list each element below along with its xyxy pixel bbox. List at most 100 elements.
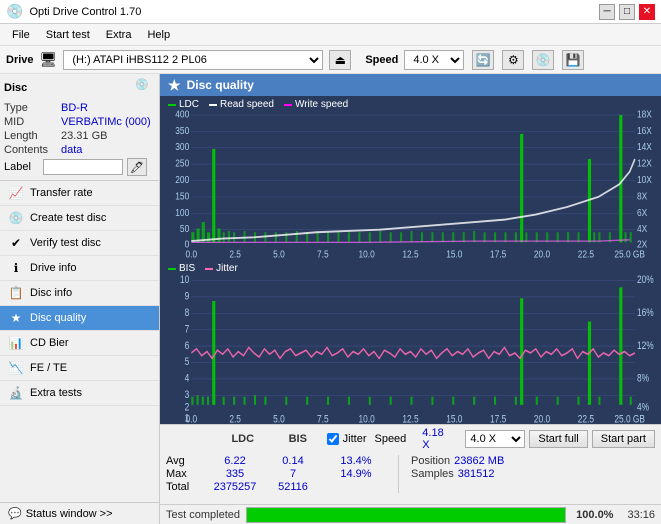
title-bar-controls: ─ □ ✕: [599, 4, 655, 20]
menu-start-test[interactable]: Start test: [38, 27, 98, 43]
svg-text:0.0: 0.0: [186, 414, 198, 424]
chart1-wrapper: LDC Read speed Write speed: [160, 96, 661, 260]
start-full-button[interactable]: Start full: [529, 430, 587, 448]
disc-quality-icon: ★: [8, 310, 24, 326]
disc-title: Disc: [4, 82, 27, 94]
disc-section: Disc 💿 Type BD-R MID VERBATIMc (000) Len…: [0, 74, 159, 181]
disc-length-row: Length 23.31 GB: [4, 130, 155, 142]
settings-button[interactable]: ⚙: [502, 50, 524, 70]
disc-contents-label: Contents: [4, 144, 59, 156]
stats-total-ldc: 2375257: [210, 481, 260, 493]
close-button[interactable]: ✕: [639, 4, 655, 20]
legend-write-speed-dot: [284, 104, 292, 106]
legend-bis-dot: [168, 268, 176, 270]
svg-text:10.0: 10.0: [359, 249, 375, 260]
status-window-button[interactable]: 💬 Status window >>: [0, 502, 159, 524]
sidebar-item-verify-test-disc[interactable]: ✔ Verify test disc: [0, 231, 159, 256]
svg-text:25.0 GB: 25.0 GB: [614, 249, 645, 260]
svg-text:6: 6: [185, 340, 190, 352]
disc-length-value: 23.31 GB: [61, 130, 107, 142]
eject-button[interactable]: ⏏: [329, 50, 351, 70]
svg-text:350: 350: [175, 125, 189, 136]
status-window-icon: 💬: [8, 507, 22, 520]
disc-label-button[interactable]: 🖊: [127, 158, 147, 176]
sidebar-item-create-test-disc[interactable]: 💿 Create test disc: [0, 206, 159, 231]
disc-quality-header-icon: ★: [168, 77, 181, 94]
stats-values-section: Avg Max Total 6.22 335 2375257 0.14 7 52…: [166, 455, 655, 493]
save-button[interactable]: 💾: [562, 50, 584, 70]
legend-read-speed-dot: [209, 104, 217, 106]
stats-position-row: Position 23862 MB: [411, 455, 504, 467]
svg-text:5.0: 5.0: [273, 249, 285, 260]
disc-length-label: Length: [4, 130, 59, 142]
stats-speed-select-wrapper: 4.0 X 2.0 X 6.0 X: [465, 430, 525, 448]
svg-text:14X: 14X: [637, 142, 652, 153]
menu-help[interactable]: Help: [139, 27, 178, 43]
sidebar-item-fe-te[interactable]: 📉 FE / TE: [0, 356, 159, 381]
disc-mid-row: MID VERBATIMc (000): [4, 116, 155, 128]
legend-jitter-label: Jitter: [216, 263, 238, 274]
stats-ldc-col: 6.22 335 2375257: [210, 455, 260, 493]
drive-select[interactable]: (H:) ATAPI iHBS112 2 PL06: [63, 50, 323, 70]
drive-info-icon: ℹ: [8, 260, 24, 276]
menu-extra[interactable]: Extra: [98, 27, 140, 43]
disc-button[interactable]: 💿: [532, 50, 554, 70]
svg-text:17.5: 17.5: [490, 414, 506, 424]
legend-ldc-label: LDC: [179, 99, 199, 110]
legend-jitter: Jitter: [205, 263, 238, 274]
jitter-checkbox[interactable]: [327, 433, 339, 445]
disc-icon: 💿: [135, 78, 155, 98]
sidebar-item-label-cd-bier: CD Bier: [30, 337, 69, 349]
sidebar-item-transfer-rate[interactable]: 📈 Transfer rate: [0, 181, 159, 206]
progress-label: 100.0%: [576, 509, 613, 521]
svg-text:16X: 16X: [637, 125, 652, 136]
title-bar: 💿 Opti Drive Control 1.70 ─ □ ✕: [0, 0, 661, 24]
sidebar-item-label-drive-info: Drive info: [30, 262, 76, 274]
stats-divider: [398, 455, 399, 493]
stats-speed-select[interactable]: 4.0 X 2.0 X 6.0 X: [465, 430, 525, 448]
speed-select[interactable]: 4.0 X 2.0 X 6.0 X 8.0 X: [404, 50, 464, 70]
svg-text:15.0: 15.0: [446, 414, 463, 424]
svg-text:16%: 16%: [637, 307, 654, 319]
sidebar-item-extra-tests[interactable]: 🔬 Extra tests: [0, 381, 159, 406]
stats-samples-row: Samples 381512: [411, 468, 504, 480]
stats-avg-ldc: 6.22: [210, 455, 260, 467]
svg-text:20%: 20%: [637, 274, 654, 286]
stats-area: LDC BIS Jitter Speed 4.18 X 4.0 X 2.0 X …: [160, 424, 661, 504]
sidebar-item-drive-info[interactable]: ℹ Drive info: [0, 256, 159, 281]
speed-label: Speed: [365, 54, 398, 66]
chart2-legend: BIS Jitter: [168, 263, 238, 274]
legend-read-speed: Read speed: [209, 99, 274, 110]
minimize-button[interactable]: ─: [599, 4, 615, 20]
svg-text:2.5: 2.5: [229, 414, 241, 424]
create-test-disc-icon: 💿: [8, 210, 24, 226]
app-title: Opti Drive Control 1.70: [29, 6, 141, 18]
svg-text:300: 300: [175, 142, 189, 153]
verify-test-disc-icon: ✔: [8, 235, 24, 251]
sidebar-item-disc-quality[interactable]: ★ Disc quality: [0, 306, 159, 331]
legend-ldc-dot: [168, 104, 176, 106]
disc-contents-row: Contents data: [4, 144, 155, 156]
start-part-button[interactable]: Start part: [592, 430, 655, 448]
menu-file[interactable]: File: [4, 27, 38, 43]
legend-write-speed-label: Write speed: [295, 99, 348, 110]
svg-text:20.0: 20.0: [534, 249, 550, 260]
disc-mid-label: MID: [4, 116, 59, 128]
disc-header: Disc 💿: [4, 78, 155, 98]
stats-avg-bis: 0.14: [268, 455, 318, 467]
sidebar-item-disc-info[interactable]: 📋 Disc info: [0, 281, 159, 306]
svg-text:15.0: 15.0: [446, 249, 462, 260]
nav-items: 📈 Transfer rate 💿 Create test disc ✔ Ver…: [0, 181, 159, 502]
drive-icon: 🖥: [40, 51, 58, 68]
refresh-button[interactable]: 🔄: [472, 50, 494, 70]
sidebar-item-label-fe-te: FE / TE: [30, 362, 67, 374]
maximize-button[interactable]: □: [619, 4, 635, 20]
chart2-svg: 10 9 8 7 6 5 4 3 2 1 20% 16% 12% 8% 4%: [160, 260, 661, 424]
svg-text:50: 50: [180, 224, 189, 235]
svg-text:5: 5: [185, 356, 190, 368]
svg-text:2.5: 2.5: [229, 249, 241, 260]
sidebar-item-cd-bier[interactable]: 📊 CD Bier: [0, 331, 159, 356]
cd-bier-icon: 📊: [8, 335, 24, 351]
stats-header-row: LDC BIS Jitter Speed 4.18 X 4.0 X 2.0 X …: [166, 427, 655, 451]
disc-label-input[interactable]: [43, 159, 123, 175]
